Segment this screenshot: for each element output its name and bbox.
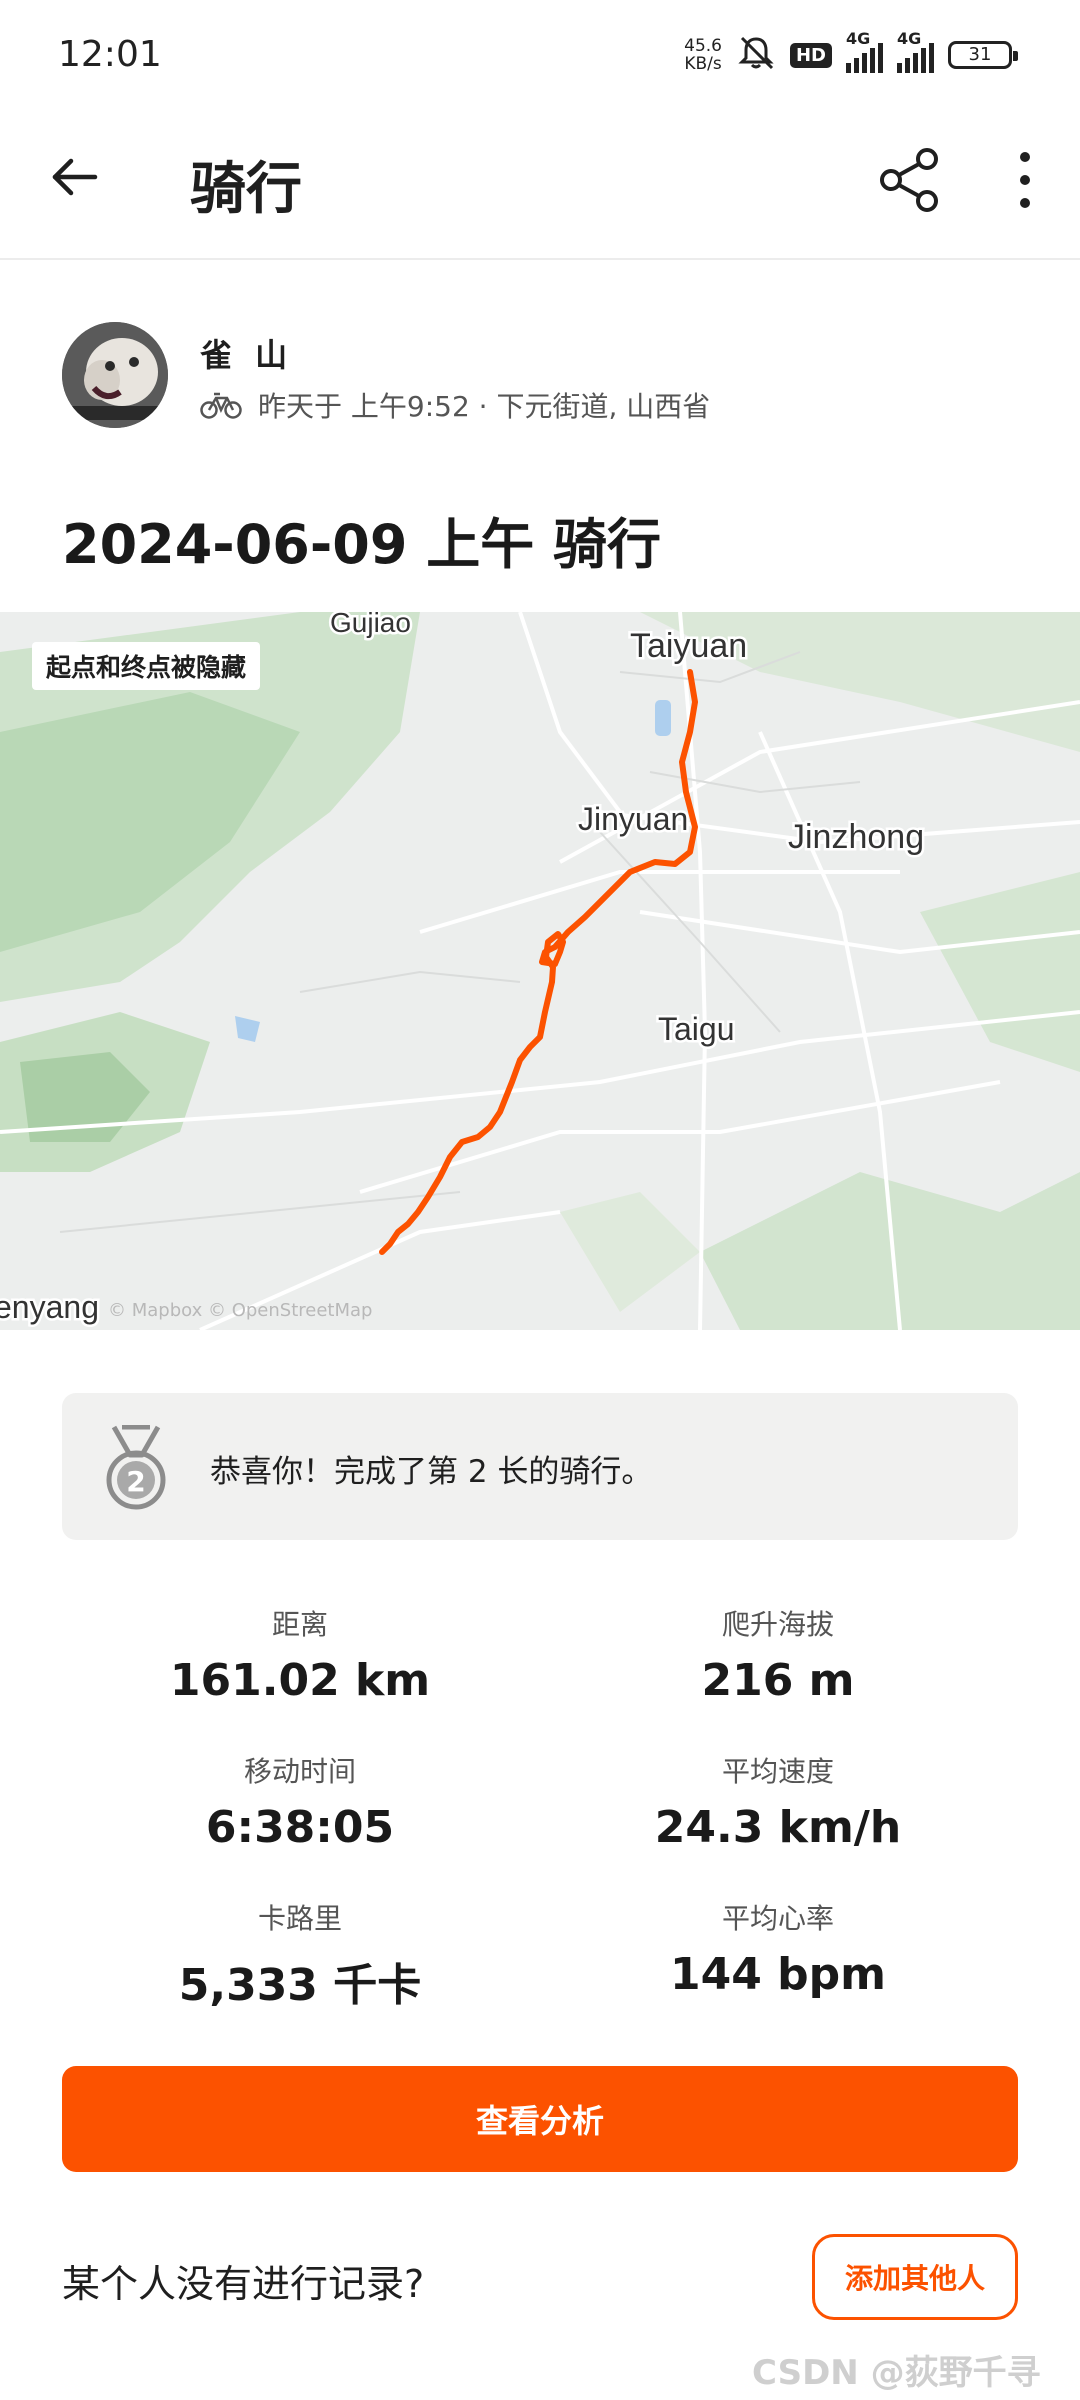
stat-label: 距离: [271, 1608, 328, 1641]
app-bar: 骑行: [0, 110, 1080, 260]
activity-meta-text: 昨天于 上午9:52 · 下元街道, 山西省: [258, 390, 711, 423]
stat-distance: 距离 161.02 km: [60, 1603, 540, 1706]
medal-rank: 2: [126, 1465, 145, 1498]
stat-label: 移动时间: [243, 1755, 356, 1788]
stat-value: 24.3 km/h: [654, 1802, 902, 1853]
signal-icon: 4G: [846, 29, 883, 73]
status-bar: 12:01 45.6 KB/s HD 4G 4G 31: [0, 0, 1080, 110]
athlete-name[interactable]: 雀 山: [200, 330, 293, 376]
place-label-gujiao: Gujiao: [330, 612, 411, 638]
share-button[interactable]: [875, 145, 945, 215]
avatar-image: [62, 322, 168, 428]
place-label-jinyuan: Jinyuan: [578, 801, 688, 837]
missing-record-prompt: 某个人没有进行记录?: [62, 2262, 425, 2306]
add-others-button[interactable]: 添加其他人: [812, 2234, 1018, 2320]
stat-value: 5,333 千卡: [178, 1960, 422, 2011]
activity-title: 2024-06-09 上午 骑行: [62, 513, 662, 576]
stat-average-heart-rate: 平均心率 144 bpm: [538, 1897, 1018, 2000]
stat-calories: 卡路里 5,333 千卡: [60, 1897, 540, 2013]
mute-icon: [736, 34, 776, 76]
place-label-taigu: Taigu: [658, 1011, 735, 1047]
privacy-hidden-label: 起点和终点被隐藏: [32, 642, 261, 690]
stat-moving-time: 移动时间 6:38:05: [60, 1750, 540, 1853]
activity-meta: 昨天于 上午9:52 · 下元街道, 山西省: [200, 385, 710, 425]
stat-label: 爬升海拔: [721, 1608, 834, 1641]
place-label-pingyao: enyang: [0, 1289, 99, 1325]
medal-icon: 2: [106, 1425, 166, 1510]
back-arrow-icon: [52, 158, 98, 196]
status-icons: 45.6 KB/s HD 4G 4G 31: [684, 29, 1018, 76]
view-analysis-button[interactable]: 查看分析: [62, 2066, 1018, 2172]
signal-icon-2: 4G: [897, 29, 934, 73]
stat-label: 平均心率: [721, 1902, 834, 1935]
more-options-button[interactable]: [1000, 145, 1050, 215]
map-attribution[interactable]: © Mapbox © OpenStreetMap: [108, 1300, 372, 1321]
status-time: 12:01: [58, 34, 162, 75]
back-button[interactable]: [42, 145, 106, 209]
battery-icon: 31: [948, 41, 1018, 69]
stat-value: 161.02 km: [169, 1655, 431, 1706]
watermark: CSDN @荻野千寻: [752, 2353, 1041, 2393]
avatar[interactable]: [62, 322, 168, 428]
stat-label: 卡路里: [257, 1902, 342, 1935]
map-canvas: Gujiao Taiyuan Jinyuan Jinzhong Taigu en…: [0, 612, 1080, 1330]
achievement-card[interactable]: 2 恭喜你！完成了第 2 长的骑行。: [62, 1393, 1018, 1540]
place-label-jinzhong: Jinzhong: [788, 818, 924, 856]
page-title: 骑行: [190, 157, 302, 222]
stat-value: 216 m: [701, 1655, 855, 1706]
place-label-taiyuan: Taiyuan: [630, 627, 747, 665]
achievement-text: 恭喜你！完成了第 2 长的骑行。: [210, 1454, 653, 1490]
stat-value: 6:38:05: [205, 1802, 395, 1853]
stat-value: 144 bpm: [669, 1949, 886, 2000]
stat-elevation-gain: 爬升海拔 216 m: [538, 1603, 1018, 1706]
network-speed: 45.6 KB/s: [684, 36, 722, 74]
hd-voice-icon: HD: [789, 42, 832, 68]
stat-label: 平均速度: [721, 1755, 834, 1788]
share-icon: [880, 148, 938, 212]
more-vertical-icon: [1020, 152, 1030, 208]
stat-average-speed: 平均速度 24.3 km/h: [538, 1750, 1018, 1853]
route-map[interactable]: Gujiao Taiyuan Jinyuan Jinzhong Taigu en…: [0, 612, 1080, 1330]
bicycle-icon: [200, 392, 242, 419]
